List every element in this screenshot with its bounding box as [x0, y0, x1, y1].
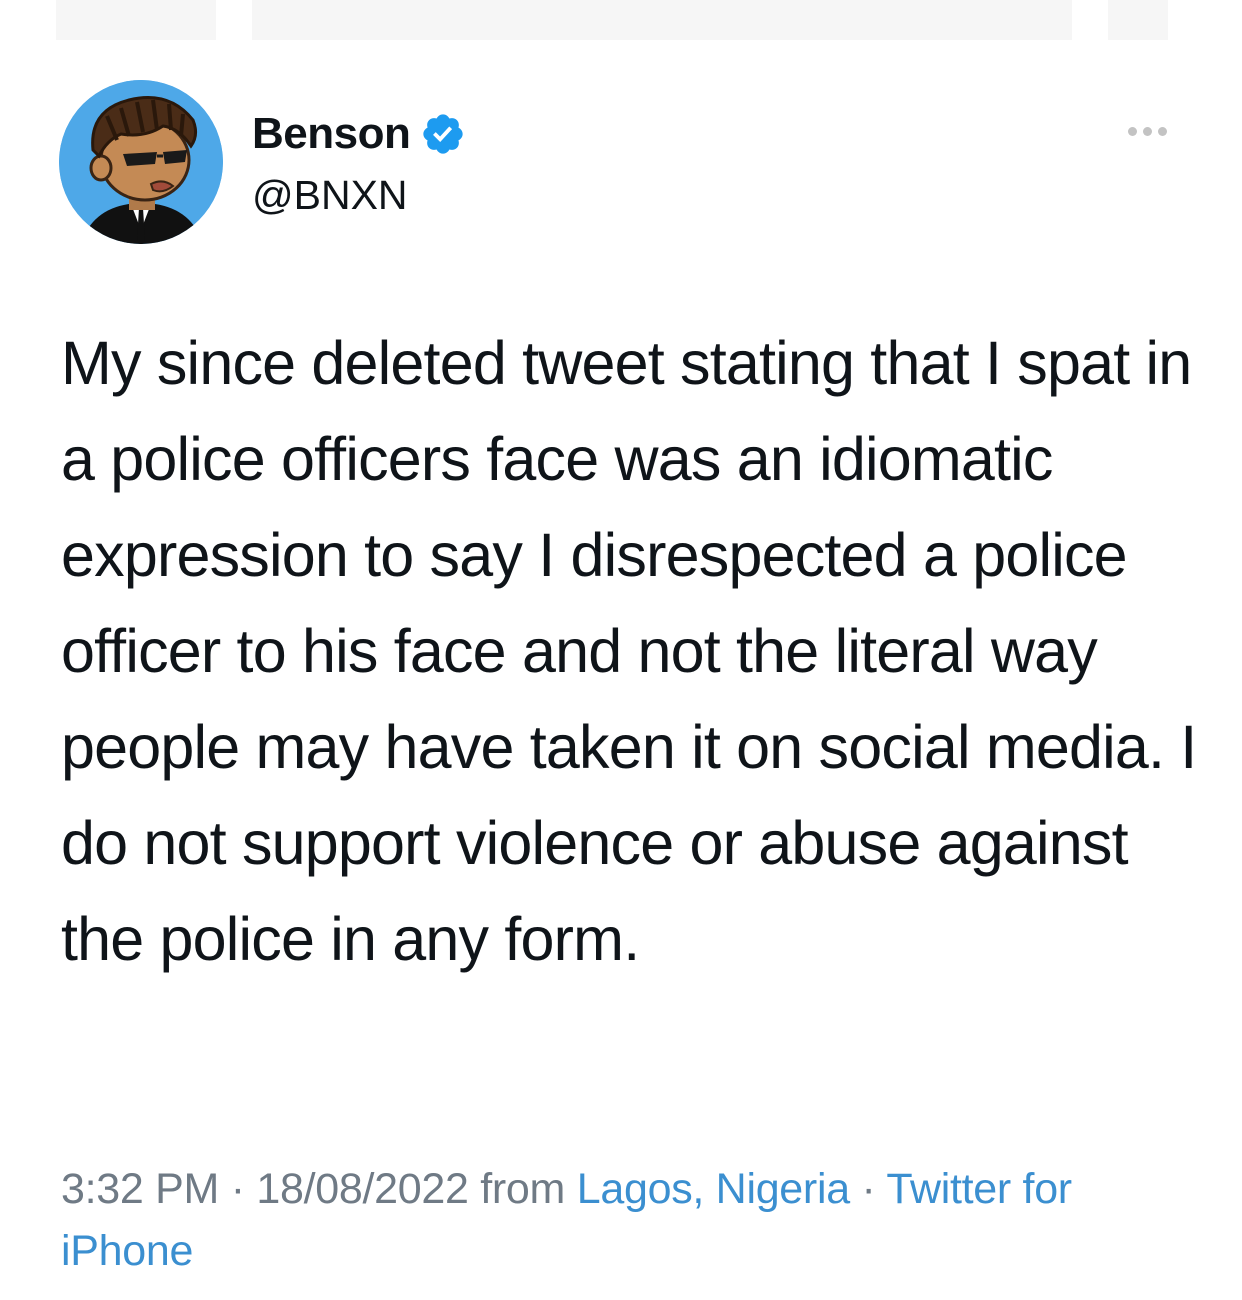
author-handle[interactable]: @BNXN — [252, 168, 408, 222]
tweet-date[interactable]: 18/08/2022 — [256, 1165, 469, 1213]
faded-bar — [252, 0, 1072, 40]
dot — [1157, 126, 1167, 136]
author-display-name[interactable]: Benson — [252, 106, 411, 162]
faded-bar — [1108, 0, 1168, 40]
faded-bar — [56, 0, 216, 40]
location-link[interactable]: Lagos, Nigeria — [577, 1165, 850, 1213]
dot — [1142, 126, 1152, 136]
tweet-meta: 3:32 PM · 18/08/2022 from Lagos, Nigeria… — [61, 1158, 1211, 1282]
cartoon-avatar-icon — [59, 80, 223, 244]
dot — [1127, 126, 1137, 136]
tweet-text: My since deleted tweet stating that I sp… — [61, 329, 1197, 973]
top-fade-strip — [0, 0, 1242, 42]
separator: · — [861, 1165, 876, 1213]
author-name-row[interactable]: Benson — [252, 106, 466, 162]
from-label: from — [480, 1165, 566, 1213]
more-horizontal-icon[interactable] — [1112, 116, 1182, 146]
tweet-time[interactable]: 3:32 PM — [61, 1165, 219, 1213]
verified-badge-icon — [423, 114, 464, 154]
separator: · — [230, 1165, 245, 1213]
avatar[interactable] — [59, 80, 223, 244]
